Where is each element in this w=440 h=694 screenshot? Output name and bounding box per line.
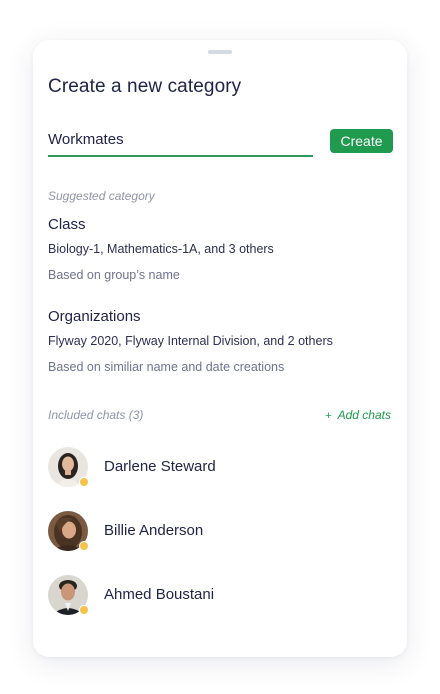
add-chats-button[interactable]: + Add chats <box>325 408 391 422</box>
plus-icon: + <box>325 410 332 422</box>
chat-row[interactable]: Ahmed Boustani <box>48 575 392 615</box>
status-indicator <box>79 477 89 487</box>
add-chats-label: Add chats <box>337 408 391 422</box>
chat-row[interactable]: Darlene Steward <box>48 447 392 487</box>
suggested-category-members: Biology-1, Mathematics-1A, and 3 others <box>48 242 274 256</box>
suggested-category-label: Suggested category <box>48 189 155 203</box>
status-indicator <box>79 541 89 551</box>
chat-row[interactable]: Billie Anderson <box>48 511 392 551</box>
chat-name: Darlene Steward <box>104 458 216 475</box>
status-indicator <box>79 605 89 615</box>
suggested-category-basis: Based on similiar name and date creation… <box>48 360 285 374</box>
included-chats-label: Included chats (3) <box>48 408 144 422</box>
suggested-category-class[interactable]: Class <box>48 216 86 233</box>
chat-name: Ahmed Boustani <box>104 586 215 603</box>
category-name-input[interactable]: Workmates <box>48 129 313 157</box>
create-button[interactable]: Create <box>330 129 393 153</box>
suggested-category-members: Flyway 2020, Flyway Internal Division, a… <box>48 334 333 348</box>
suggested-category-organizations[interactable]: Organizations <box>48 308 141 325</box>
dialog-title: Create a new category <box>48 76 242 97</box>
suggested-category-basis: Based on group’s name <box>48 268 180 282</box>
chat-name: Billie Anderson <box>104 522 204 539</box>
create-category-sheet: Create a new category Workmates Create S… <box>33 40 407 657</box>
drag-handle[interactable] <box>208 50 232 54</box>
